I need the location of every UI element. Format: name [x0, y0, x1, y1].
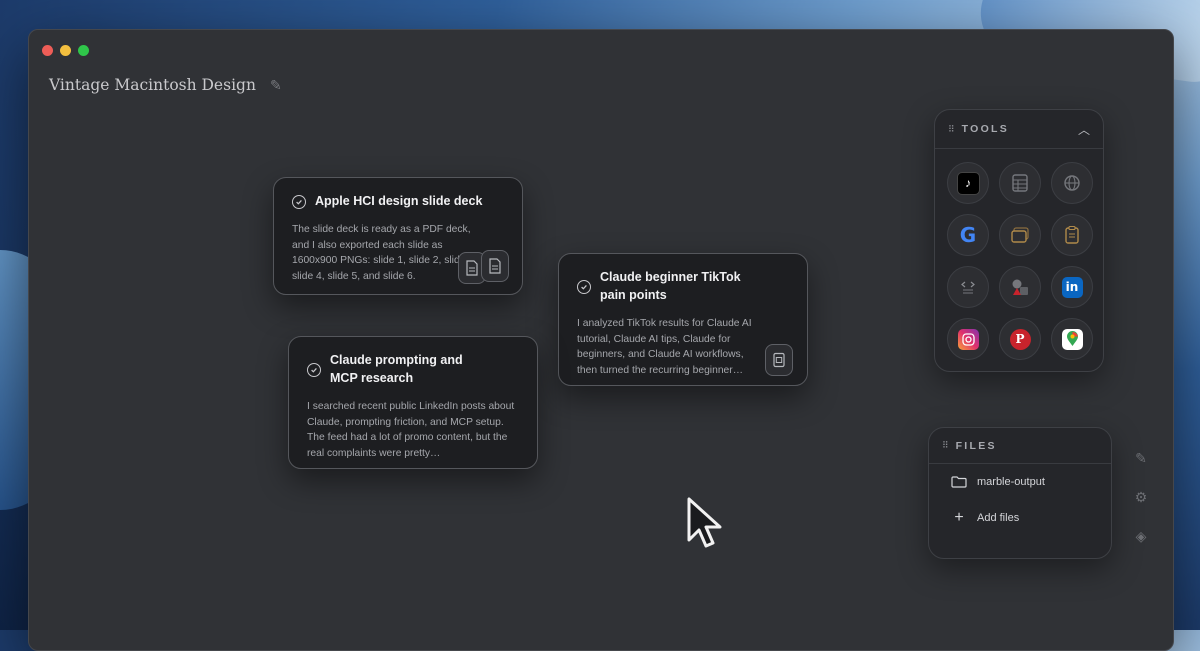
- task-card[interactable]: Claude beginner TikTok pain points I ana…: [558, 253, 808, 386]
- tools-grid: ♪ G in P: [935, 149, 1103, 360]
- zoom-window-button[interactable]: [78, 45, 89, 56]
- tiktok-icon: ♪: [956, 171, 980, 195]
- files-panel-title: FILES: [955, 439, 997, 452]
- check-circle-icon: [292, 195, 306, 209]
- tool-tiktok[interactable]: ♪: [947, 162, 989, 204]
- mouse-cursor-icon: [687, 497, 722, 548]
- add-files-label: Add files: [977, 512, 1020, 524]
- files-panel: ⠿ FILES marble-output + Add files: [928, 427, 1112, 559]
- plus-icon: +: [954, 509, 964, 526]
- pencil-icon[interactable]: ✎: [1132, 450, 1150, 467]
- card-summary: I analyzed TikTok results for Claude AI …: [577, 318, 752, 376]
- files-panel-header: ⠿ FILES: [929, 428, 1111, 464]
- card-title: Claude prompting and MCP research: [330, 353, 463, 385]
- page-title: Vintage Macintosh Design: [49, 76, 256, 94]
- add-files-button[interactable]: + Add files: [929, 500, 1111, 536]
- window-controls: [42, 45, 89, 56]
- drag-handle-icon[interactable]: ⠿: [942, 440, 949, 451]
- tool-google[interactable]: G: [947, 214, 989, 256]
- code-doc-icon: [961, 281, 975, 294]
- layers-icon[interactable]: ◈: [1132, 528, 1150, 545]
- tool-clipboard[interactable]: [1051, 214, 1093, 256]
- check-circle-icon: [577, 280, 591, 294]
- folder-icon: [951, 476, 967, 488]
- tool-instagram[interactable]: [947, 318, 989, 360]
- document-icon[interactable]: [481, 250, 509, 282]
- gear-icon[interactable]: ⚙: [1132, 489, 1150, 506]
- task-card[interactable]: Claude prompting and MCP research I sear…: [288, 336, 538, 469]
- check-circle-icon: [307, 363, 321, 377]
- pinterest-icon: P: [1009, 328, 1031, 350]
- instagram-icon: [957, 328, 979, 350]
- tool-linkedin[interactable]: in: [1051, 266, 1093, 308]
- google-icon: G: [959, 223, 977, 247]
- card-summary: The slide deck is ready as a PDF deck, a…: [292, 224, 477, 282]
- card-title: Claude beginner TikTok pain points: [600, 270, 741, 302]
- tools-panel: ⠿ TOOLS ︿ ♪ G in P: [934, 109, 1104, 372]
- side-toolbar: ✎ ⚙ ◈: [1132, 450, 1150, 545]
- slides-icon: [1011, 227, 1029, 243]
- tool-slides[interactable]: [999, 214, 1041, 256]
- drag-handle-icon[interactable]: ⠿: [948, 124, 955, 135]
- tool-shapes[interactable]: [999, 266, 1041, 308]
- chevron-up-icon[interactable]: ︿: [1078, 121, 1090, 138]
- google-maps-icon: [1061, 328, 1083, 350]
- tools-panel-title: TOOLS: [961, 123, 1010, 135]
- linkedin-icon: in: [1061, 276, 1083, 298]
- shapes-icon: [1012, 279, 1028, 295]
- close-window-button[interactable]: [42, 45, 53, 56]
- tool-maps[interactable]: [1051, 318, 1093, 360]
- spreadsheet-icon: [1012, 174, 1028, 192]
- edit-title-icon[interactable]: ✎: [270, 77, 282, 94]
- tool-pinterest[interactable]: P: [999, 318, 1041, 360]
- slides-doc-icon[interactable]: [765, 344, 793, 376]
- card-title: Apple HCI design slide deck: [315, 194, 483, 208]
- card-summary: I searched recent public LinkedIn posts …: [307, 401, 515, 459]
- tool-spreadsheet[interactable]: [999, 162, 1041, 204]
- globe-icon: [1064, 175, 1080, 191]
- task-card[interactable]: Apple HCI design slide deck The slide de…: [273, 177, 523, 295]
- tools-panel-header: ⠿ TOOLS ︿: [935, 110, 1103, 149]
- title-row: Vintage Macintosh Design ✎: [49, 76, 282, 94]
- file-item-label: marble-output: [977, 476, 1045, 488]
- tool-code[interactable]: [947, 266, 989, 308]
- tool-web[interactable]: [1051, 162, 1093, 204]
- clipboard-icon: [1065, 225, 1079, 244]
- minimize-window-button[interactable]: [60, 45, 71, 56]
- file-item[interactable]: marble-output: [929, 464, 1111, 500]
- app-window: Vintage Macintosh Design ✎ Apple HCI des…: [28, 29, 1174, 651]
